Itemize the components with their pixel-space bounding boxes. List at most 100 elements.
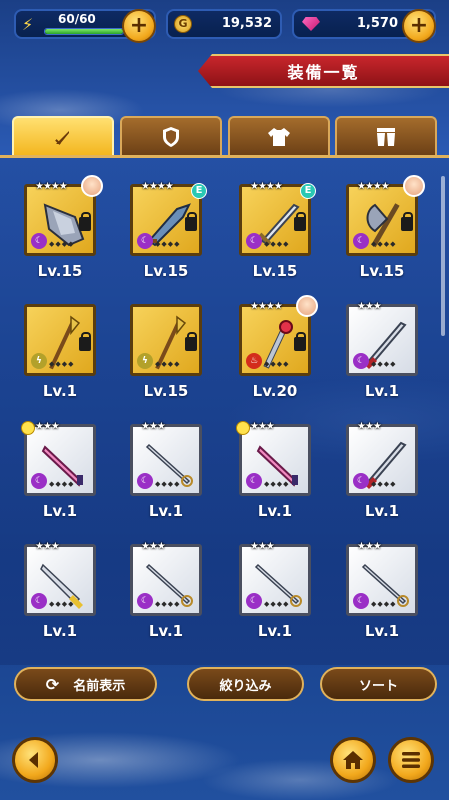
dark-element-icon: ☾ — [353, 473, 369, 489]
equipment-item[interactable]: ★★★ ☾ ◆◆◆◆ Lv.1 — [233, 418, 317, 520]
shield-icon — [163, 127, 179, 147]
gem-slots: ◆◆◆◆ — [371, 600, 397, 608]
gem-slots: ◆◆◆◆ — [155, 480, 181, 488]
scrollbar[interactable] — [441, 176, 445, 336]
item-card[interactable]: ϟ ◆◆◆◆ — [24, 304, 96, 376]
item-card[interactable]: ★★★★ ☾ ◆◆◆◆ — [24, 175, 103, 256]
item-card[interactable]: ★★★ ☾ ◆◆◆◆ — [346, 421, 418, 496]
gem-slots: ◆◆◆◆ — [371, 480, 397, 488]
item-card[interactable]: ★★★ ☾ ◆◆◆◆ — [346, 541, 418, 616]
gem-slots: ◆◆◆◆ — [264, 600, 290, 608]
gem-slots: ◆◆◆◆ — [49, 240, 75, 248]
item-card[interactable]: ★★★★ ☾ ◆◆◆◆ — [346, 175, 425, 256]
tab-armor[interactable] — [228, 116, 330, 156]
item-card[interactable]: ★★★★ ♨ ◆◆◆◆ — [239, 295, 318, 376]
item-card[interactable]: ★★★★ ☾ ◆◆◆◆ E — [130, 181, 207, 256]
equipment-item[interactable]: ★★★ ☾ ◆◆◆◆ Lv.1 — [340, 298, 424, 400]
item-level: Lv.20 — [252, 382, 298, 400]
name-display-button[interactable]: ⟳ 名前表示 — [14, 667, 157, 701]
item-level: Lv.1 — [364, 622, 400, 640]
item-level: Lv.1 — [148, 502, 184, 520]
item-level: Lv.1 — [148, 622, 184, 640]
equipment-item[interactable]: ★★★ ☾ ◆◆◆◆ Lv.1 — [18, 418, 102, 520]
back-button[interactable] — [12, 737, 58, 783]
item-card[interactable]: ★★★ ☾ ◆◆◆◆ — [239, 541, 311, 616]
rarity-stars: ★★★★ — [250, 301, 283, 312]
dark-element-icon: ☾ — [353, 593, 369, 609]
add-stamina-button[interactable]: + — [122, 9, 156, 43]
gem-slots: ◆◆◆◆ — [49, 600, 75, 608]
equipment-item[interactable]: ★★★★ ☾ ◆◆◆◆ E Lv.15 — [124, 178, 208, 280]
tab-shield[interactable] — [120, 116, 222, 156]
stamina-bar — [44, 28, 124, 35]
lock-icon — [294, 212, 306, 231]
gem-value: 1,570 — [356, 16, 398, 31]
equipment-item[interactable]: ★★★★ ☾ ◆◆◆◆ Lv.15 — [340, 175, 425, 280]
equipment-item[interactable]: ★★★ ☾ ◆◆◆◆ Lv.1 — [18, 538, 102, 640]
filter-label: 絞り込み — [219, 678, 272, 694]
wind-element-icon: ϟ — [137, 353, 153, 369]
lock-icon — [294, 332, 306, 351]
item-level: Lv.1 — [42, 502, 78, 520]
item-level: Lv.15 — [143, 382, 189, 400]
dark-element-icon: ☾ — [31, 473, 47, 489]
menu-button[interactable] — [388, 737, 434, 783]
lightning-icon: ⚡ — [22, 15, 34, 34]
equipment-item[interactable]: ★★★★ ☾ ◆◆◆◆ E Lv.15 — [233, 178, 317, 280]
character-avatar — [81, 175, 103, 197]
stamina-meter: ⚡ 60/60 + — [14, 9, 156, 43]
item-card[interactable]: ★★★ ☾ ◆◆◆◆ — [130, 541, 202, 616]
back-icon — [29, 752, 38, 768]
rarity-stars: ★★★ — [250, 421, 275, 432]
sort-label: ソート — [358, 678, 398, 694]
gem-slots: ◆◆◆◆ — [155, 240, 181, 248]
character-avatar — [403, 175, 425, 197]
item-level: Lv.15 — [359, 262, 405, 280]
equipment-item[interactable]: ★★★ ☾ ◆◆◆◆ Lv.1 — [340, 418, 424, 520]
item-level: Lv.15 — [37, 262, 83, 280]
item-card[interactable]: ★★★ ☾ ◆◆◆◆ — [236, 421, 311, 496]
rarity-stars: ★★★★ — [141, 181, 174, 192]
stamina-value: 60/60 — [58, 12, 96, 26]
item-card[interactable]: ★★★ ☾ ◆◆◆◆ — [21, 421, 96, 496]
lock-icon — [185, 212, 197, 231]
equipment-item[interactable]: ϟ ◆◆◆◆ Lv.15 — [124, 298, 208, 400]
equipment-tabs — [12, 116, 437, 156]
equipment-item[interactable]: ★★★ ☾ ◆◆◆◆ Lv.1 — [233, 538, 317, 640]
gem-slots: ◆◆◆◆ — [155, 600, 181, 608]
rarity-stars: ★★★★ — [35, 181, 68, 192]
sword-icon — [55, 131, 69, 145]
dark-element-icon: ☾ — [31, 593, 47, 609]
tab-weapon[interactable] — [12, 116, 114, 156]
item-level: Lv.1 — [42, 622, 78, 640]
item-card[interactable]: ϟ ◆◆◆◆ — [130, 304, 202, 376]
item-card[interactable]: ★★★ ☾ ◆◆◆◆ — [24, 541, 96, 616]
tab-pants[interactable] — [335, 116, 437, 156]
status-bar: ⚡ 60/60 + G 19,532 1,570 + — [0, 6, 449, 43]
add-gems-button[interactable]: + — [402, 9, 436, 43]
sort-button[interactable]: ソート — [320, 667, 437, 701]
equipment-item[interactable]: ϟ ◆◆◆◆ Lv.1 — [18, 298, 102, 400]
lock-icon — [185, 332, 197, 351]
filter-button[interactable]: 絞り込み — [187, 667, 304, 701]
item-card[interactable]: ★★★ ☾ ◆◆◆◆ — [130, 421, 202, 496]
rarity-stars: ★★★ — [141, 541, 166, 552]
equipment-item[interactable]: ★★★★ ☾ ◆◆◆◆ Lv.15 — [18, 175, 103, 280]
equipment-item[interactable]: ★★★ ☾ ◆◆◆◆ Lv.1 — [340, 538, 424, 640]
rarity-stars: ★★★★ — [250, 181, 283, 192]
item-level: Lv.15 — [252, 262, 298, 280]
equipment-item[interactable]: ★★★★ ♨ ◆◆◆◆ Lv.20 — [233, 295, 318, 400]
item-card[interactable]: ★★★ ☾ ◆◆◆◆ — [346, 301, 418, 376]
equipment-item[interactable]: ★★★ ☾ ◆◆◆◆ Lv.1 — [124, 538, 208, 640]
stamina-bar-fill — [45, 29, 123, 34]
rarity-stars: ★★★ — [357, 301, 382, 312]
home-button[interactable] — [330, 737, 376, 783]
gem-slots: ◆◆◆◆ — [264, 480, 290, 488]
dark-element-icon: ☾ — [137, 473, 153, 489]
gem-slots: ◆◆◆◆ — [49, 480, 75, 488]
sync-icon: ⟳ — [45, 674, 60, 694]
item-card[interactable]: ★★★★ ☾ ◆◆◆◆ E — [239, 181, 316, 256]
rarity-stars: ★★★ — [141, 421, 166, 432]
home-icon — [343, 751, 363, 769]
equipment-item[interactable]: ★★★ ☾ ◆◆◆◆ Lv.1 — [124, 418, 208, 520]
